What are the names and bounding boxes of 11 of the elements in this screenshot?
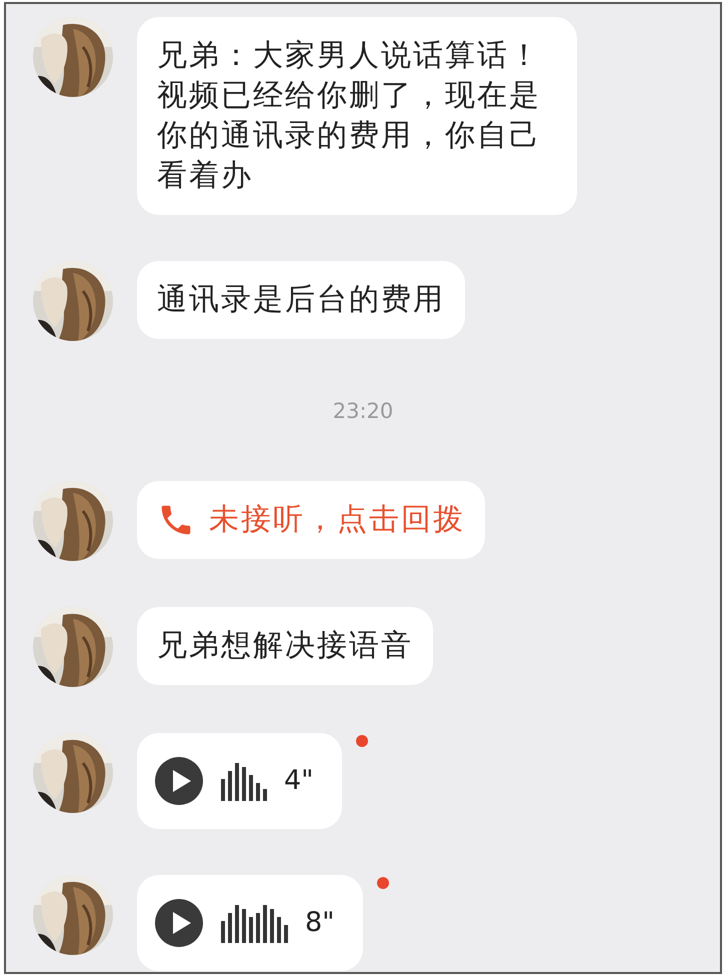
message-bubble: 兄弟想解决接语音 <box>137 607 433 685</box>
voice-message-bubble[interactable]: 4" <box>137 733 342 829</box>
message-bubble: 通讯录是后台的费用 <box>137 261 465 339</box>
play-icon <box>155 757 203 805</box>
timestamp: 23:20 <box>332 398 394 425</box>
waveform-icon <box>221 761 270 801</box>
missed-call-bubble[interactable]: 未接听，点击回拨 <box>137 481 485 559</box>
voice-message-bubble[interactable]: 8" <box>137 875 363 971</box>
waveform-icon <box>221 903 291 943</box>
message-bubble: 兄弟：大家男人说话算话！视频已经给你删了，现在是你的通讯录的费用，你自己看着办 <box>137 17 577 215</box>
play-icon <box>155 899 203 947</box>
